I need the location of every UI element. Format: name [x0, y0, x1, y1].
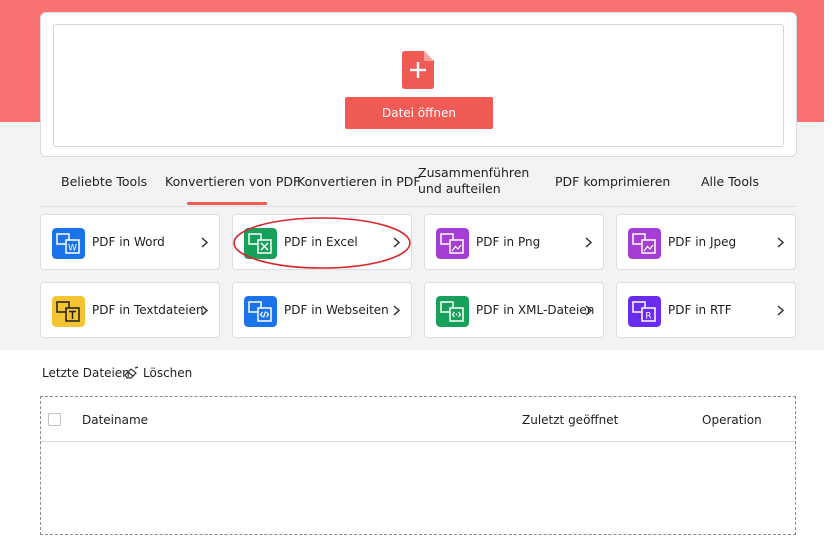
tool-pdf-to-text[interactable]: PDF in Textdateien — [40, 282, 220, 338]
tab-convert-from-pdf[interactable]: Konvertieren von PDF — [165, 174, 300, 190]
active-tab-indicator — [187, 202, 267, 205]
jpeg-icon — [628, 228, 661, 259]
tool-label: PDF in Png — [476, 235, 541, 249]
tool-label: PDF in Jpeg — [668, 235, 737, 249]
excel-icon — [244, 228, 277, 259]
chevron-right-icon — [201, 237, 208, 248]
html-icon — [244, 296, 277, 327]
rtf-icon: R — [628, 296, 661, 327]
table-header: Dateiname Zuletzt geöffnet Operation — [41, 397, 795, 442]
tool-pdf-to-xml[interactable]: PDF in XML-Dateien — [424, 282, 604, 338]
chevron-right-icon — [393, 237, 400, 248]
recent-files-title: Letzte Dateien — [42, 366, 130, 380]
tool-category-tabs: Beliebte Tools Konvertieren von PDF Konv… — [40, 162, 797, 207]
tool-label: PDF in Webseiten — [284, 303, 389, 317]
tab-convert-to-pdf[interactable]: Konvertieren in PDF — [297, 174, 421, 190]
open-file-button[interactable]: Datei öffnen — [345, 97, 493, 129]
chevron-right-icon — [393, 305, 400, 316]
select-all-checkbox[interactable] — [48, 413, 61, 426]
tab-all-tools[interactable]: Alle Tools — [701, 174, 759, 190]
svg-text:W: W — [68, 244, 77, 254]
tool-label: PDF in Excel — [284, 235, 358, 249]
tool-label: PDF in RTF — [668, 303, 732, 317]
tool-pdf-to-word[interactable]: W PDF in Word — [40, 214, 220, 270]
xml-icon — [436, 296, 469, 327]
column-last-opened[interactable]: Zuletzt geöffnet — [522, 413, 618, 427]
tool-pdf-to-png[interactable]: PDF in Png — [424, 214, 604, 270]
upload-card: Datei öffnen — [40, 12, 797, 157]
file-dropzone[interactable]: Datei öffnen — [53, 24, 784, 147]
png-icon — [436, 228, 469, 259]
tool-pdf-to-webpage[interactable]: PDF in Webseiten — [232, 282, 412, 338]
tool-pdf-to-excel[interactable]: PDF in Excel — [232, 214, 412, 270]
column-operation: Operation — [702, 413, 762, 427]
file-add-icon[interactable] — [402, 51, 434, 89]
clear-button[interactable]: Löschen — [123, 364, 192, 382]
tool-pdf-to-jpeg[interactable]: PDF in Jpeg — [616, 214, 796, 270]
tool-label: PDF in XML-Dateien — [476, 303, 595, 317]
svg-text:R: R — [645, 312, 651, 322]
tab-popular-tools[interactable]: Beliebte Tools — [61, 174, 147, 190]
chevron-right-icon — [777, 237, 784, 248]
chevron-right-icon — [777, 305, 784, 316]
chevron-right-icon — [585, 237, 592, 248]
clear-label: Löschen — [143, 366, 193, 380]
column-filename[interactable]: Dateiname — [82, 413, 148, 427]
tab-compress-pdf[interactable]: PDF komprimieren — [555, 174, 670, 190]
tool-pdf-to-rtf[interactable]: R PDF in RTF — [616, 282, 796, 338]
eraser-icon — [124, 366, 139, 379]
tabs-divider — [40, 206, 797, 207]
chevron-right-icon — [201, 305, 208, 316]
tool-label: PDF in Word — [92, 235, 165, 249]
tool-label: PDF in Textdateien — [92, 303, 204, 317]
text-icon — [52, 296, 85, 327]
recent-files-table: Dateiname Zuletzt geöffnet Operation — [40, 396, 796, 535]
tab-merge-split[interactable]: Zusammenführen und aufteilen — [418, 165, 554, 197]
chevron-right-icon — [585, 305, 592, 316]
word-icon: W — [52, 228, 85, 259]
